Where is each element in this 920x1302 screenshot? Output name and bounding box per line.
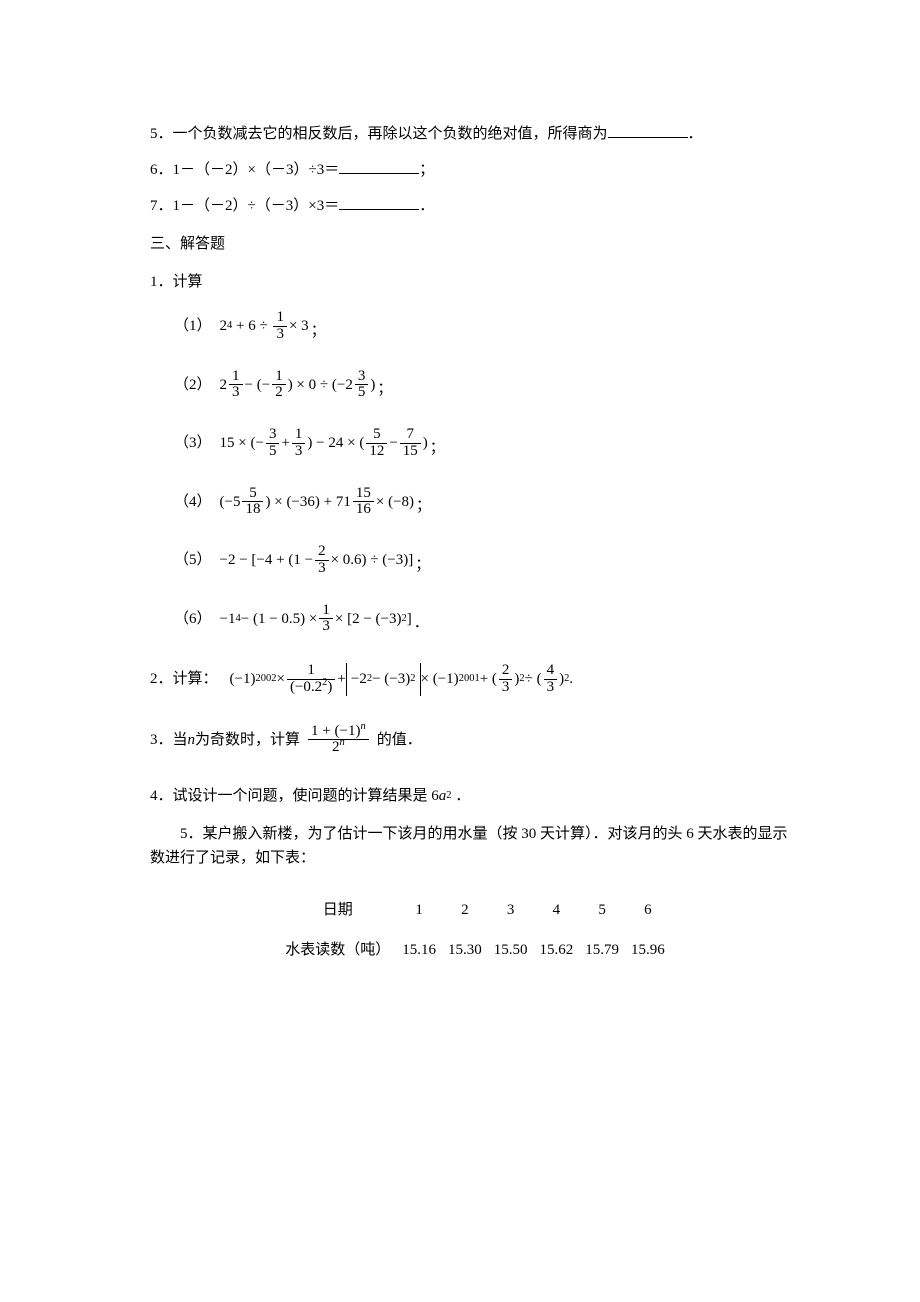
q6-prefix: 6．1－（－2）×（－3）÷3＝	[150, 158, 339, 182]
p3-suffix: 的值．	[377, 728, 422, 752]
water-meter-table: 日期 1 2 3 4 5 6 水表读数（吨） 15.16 15.30 15.50…	[279, 890, 671, 970]
semicolon: ；	[415, 553, 430, 577]
table-cell: 15.79	[579, 930, 625, 970]
q5-period: ．	[688, 122, 703, 146]
table-cell: 4	[534, 890, 580, 930]
p4-suffix: ．	[455, 788, 470, 804]
expression: 6a2	[431, 784, 451, 808]
coef: 6	[431, 784, 439, 808]
p3-prefix: 3．当	[150, 728, 188, 752]
semicolon: ；	[377, 377, 392, 401]
problem-1-3: （3） 15 × (−35 + 13) − 24 × (512 − 715) ；	[150, 427, 800, 460]
problem-2: 2．计算： (−1)2002 × 1(−0.22) + −22 − (−3)2 …	[150, 663, 800, 696]
semicolon: ；	[430, 436, 445, 460]
problem-1-4: （4） (−5518) × (−36) + 711516 × (−8) ；	[150, 486, 800, 519]
problem-1-6: （6） −14 − (1 − 0.5) × 13 × [2 − (−3)2] ．	[150, 603, 800, 636]
answer-blank[interactable]	[339, 194, 419, 210]
problem-1-heading: 1．计算	[150, 270, 800, 294]
table-cell: 15.50	[488, 930, 534, 970]
item-number: （1）	[174, 314, 212, 338]
problem-5: 5．某户搬入新楼，为了估计一下该月的用水量（按 30 天计算）．对该月的头 6 …	[150, 822, 800, 870]
document-page: 5．一个负数减去它的相反数后，再除以这个负数的绝对值，所得商为 ． 6．1－（－…	[0, 0, 920, 1010]
expression: (−5518) × (−36) + 711516 × (−8)	[220, 486, 415, 519]
p4-prefix: 4．试设计一个问题，使问题的计算结果是	[150, 788, 428, 804]
q6-suffix: ；	[419, 158, 434, 182]
answer-blank[interactable]	[339, 158, 419, 174]
problem-3: 3．当 n 为奇数时，计算 1 + (−1)n 2n 的值．	[150, 724, 800, 757]
item-number: （3）	[174, 431, 212, 455]
q7-suffix: ．	[419, 194, 434, 218]
expression: 1 + (−1)n 2n	[308, 724, 369, 757]
question-5: 5．一个负数减去它的相反数后，再除以这个负数的绝对值，所得商为 ．	[150, 122, 800, 146]
expression: −14 − (1 − 0.5) × 13 × [2 − (−3)2]	[220, 603, 412, 636]
section-3-heading: 三、解答题	[150, 232, 800, 256]
expression: (−1)2002 × 1(−0.22) + −22 − (−3)2 × (−1)…	[230, 663, 574, 696]
period: ．	[414, 611, 429, 635]
table-cell: 15.96	[625, 930, 671, 970]
table-cell: 3	[488, 890, 534, 930]
p3-mid: 为奇数时，计算	[195, 728, 300, 752]
problem-1-2: （2） 213 − (−12) × 0 ÷ (−235) ；	[150, 369, 800, 402]
table-cell: 2	[442, 890, 488, 930]
question-6: 6．1－（－2）×（－3）÷3＝ ；	[150, 158, 800, 182]
problem-1-5: （5） −2 − [−4 + (1 − 23 × 0.6) ÷ (−3)] ；	[150, 544, 800, 577]
answer-blank[interactable]	[608, 122, 688, 138]
question-7: 7．1－（－2）÷（－3）×3＝ ．	[150, 194, 800, 218]
problem-4: 4．试设计一个问题，使问题的计算结果是 6a2 ．	[150, 784, 800, 808]
table-row: 日期 1 2 3 4 5 6	[279, 890, 671, 930]
item-number: （2）	[174, 373, 212, 397]
table-cell: 6	[625, 890, 671, 930]
item-number: （5）	[174, 548, 212, 572]
semicolon: ；	[311, 319, 326, 343]
table-cell: 15.16	[396, 930, 442, 970]
variable-n: n	[188, 728, 196, 752]
expression: 24 + 6 ÷ 13 × 3	[220, 310, 309, 343]
row-label-date: 日期	[279, 890, 396, 930]
expression: 15 × (−35 + 13) − 24 × (512 − 715)	[220, 427, 428, 460]
item-number: （4）	[174, 490, 212, 514]
table-cell: 15.30	[442, 930, 488, 970]
table-cell: 5	[579, 890, 625, 930]
table-cell: 1	[396, 890, 442, 930]
q5-text: 5．一个负数减去它的相反数后，再除以这个负数的绝对值，所得商为	[150, 122, 608, 146]
table-row: 水表读数（吨） 15.16 15.30 15.50 15.62 15.79 15…	[279, 930, 671, 970]
q7-prefix: 7．1－（－2）÷（－3）×3＝	[150, 194, 339, 218]
p2-label: 2．计算：	[150, 667, 218, 691]
semicolon: ；	[416, 494, 431, 518]
row-label-reading: 水表读数（吨）	[279, 930, 396, 970]
expression: −2 − [−4 + (1 − 23 × 0.6) ÷ (−3)]	[220, 544, 414, 577]
table-cell: 15.62	[534, 930, 580, 970]
problem-1-1: （1） 24 + 6 ÷ 13 × 3 ；	[150, 310, 800, 343]
expression: 213 − (−12) × 0 ÷ (−235)	[220, 369, 376, 402]
item-number: （6）	[174, 607, 212, 631]
variable-a: a	[439, 784, 447, 808]
